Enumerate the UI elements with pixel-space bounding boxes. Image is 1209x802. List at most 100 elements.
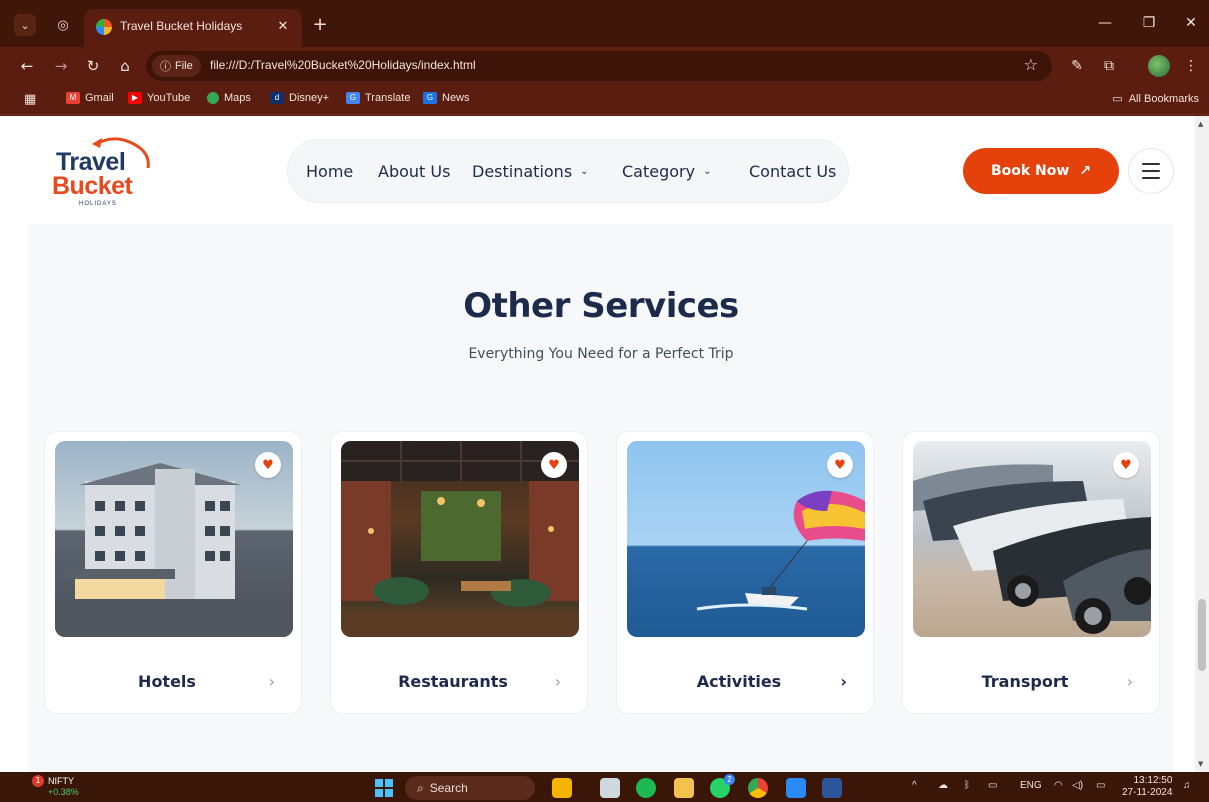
nav-about[interactable]: About Us	[378, 162, 450, 181]
site-info-chip[interactable]: ⓘ File	[152, 55, 201, 77]
heart-icon[interactable]: ♥	[255, 452, 281, 478]
site-logo[interactable]: Travel Bucket HOLIDAYS	[50, 128, 160, 214]
browser-tab-bar: ⌄ ◎ Travel Bucket Holidays ✕ + — ❐ ✕	[0, 0, 1209, 47]
nav-home-label: Home	[306, 162, 354, 181]
hamburger-line	[1142, 177, 1160, 179]
nav-about-label: About Us	[378, 162, 451, 181]
restore-icon[interactable]: ❐	[1136, 12, 1162, 34]
scroll-down-icon[interactable]: ▼	[1198, 760, 1203, 768]
new-tab-icon[interactable]: +	[310, 14, 330, 35]
widget-app-icon[interactable]	[552, 778, 572, 798]
chevron-right-icon[interactable]: ›	[840, 672, 847, 691]
restaurant-image: ♥	[341, 441, 579, 637]
logo-text-holidays: HOLIDAYS	[79, 201, 117, 207]
home-icon[interactable]: ⌂	[114, 55, 136, 77]
cars-image: ♥	[913, 441, 1151, 637]
bookmark-star-icon[interactable]: ☆	[1024, 55, 1038, 74]
tab-search-chevron-icon[interactable]: ⌄	[14, 14, 36, 36]
onedrive-icon[interactable]: ☁	[938, 780, 948, 791]
tray-chevron-up-icon[interactable]: ^	[912, 780, 917, 791]
book-now-label: Book Now	[990, 163, 1070, 179]
bookmark-youtube[interactable]: ▶ YouTube	[128, 92, 190, 104]
extensions-puzzle-icon[interactable]: ⧉	[1098, 55, 1120, 77]
minimize-icon[interactable]: —	[1092, 12, 1118, 34]
bookmark-news[interactable]: G News	[423, 92, 470, 104]
nav-category[interactable]: Category ⌄	[622, 162, 711, 181]
service-card-transport[interactable]: ♥ Transport ›	[902, 431, 1160, 714]
bluetooth-icon[interactable]: ᛒ	[964, 780, 970, 791]
spotify-icon[interactable]	[636, 778, 656, 798]
bookmark-gmail[interactable]: M Gmail	[66, 92, 114, 104]
scrollbar-thumb[interactable]	[1198, 599, 1206, 671]
bookmark-maps[interactable]: Maps	[207, 92, 251, 104]
extension-icon[interactable]: ◎	[52, 14, 74, 36]
nav-contact-label: Contact Us	[749, 162, 837, 181]
bookmark-label: YouTube	[147, 92, 191, 104]
site-header: Travel Bucket HOLIDAYS Home About Us Des…	[0, 116, 1195, 224]
back-icon[interactable]: ←	[16, 55, 38, 77]
taskbar-search[interactable]: ⌕ Search	[405, 776, 535, 800]
windows-start-icon[interactable]	[375, 779, 393, 797]
news-icon: G	[423, 92, 437, 104]
browser-tab[interactable]: Travel Bucket Holidays ✕	[84, 9, 302, 47]
profile-avatar[interactable]	[1148, 55, 1170, 77]
card-label: Hotels	[138, 672, 196, 691]
info-icon: ⓘ	[160, 61, 171, 73]
chevron-right-icon[interactable]: ›	[555, 672, 561, 691]
hamburger-menu-button[interactable]	[1128, 148, 1174, 194]
vscode-icon[interactable]	[786, 778, 806, 798]
notification-bell-icon[interactable]: ♫	[1183, 780, 1191, 791]
pen-extension-icon[interactable]: ✎	[1066, 55, 1088, 77]
chevron-right-icon[interactable]: ›	[269, 672, 275, 691]
wifi-icon[interactable]: ◠	[1054, 780, 1063, 791]
heart-icon[interactable]: ♥	[1113, 452, 1139, 478]
card-label: Activities	[696, 672, 782, 691]
display-icon[interactable]: ▭	[988, 780, 997, 791]
folder-icon: ▭	[1112, 93, 1123, 105]
tab-title: Travel Bucket Holidays	[120, 19, 243, 33]
service-card-restaurants[interactable]: ♥ Restaurants ›	[330, 431, 588, 714]
heart-icon[interactable]: ♥	[827, 452, 853, 478]
close-window-icon[interactable]: ✕	[1178, 12, 1204, 34]
tab-close-icon[interactable]: ✕	[274, 17, 292, 35]
forward-icon[interactable]: →	[50, 55, 72, 77]
scroll-up-icon[interactable]: ▲	[1198, 120, 1203, 128]
youtube-icon: ▶	[128, 92, 142, 104]
reload-icon[interactable]: ↻	[82, 55, 104, 77]
task-view-icon[interactable]	[600, 778, 620, 798]
browser-menu-icon[interactable]: ⋮	[1180, 55, 1202, 77]
windows-taskbar: 1 NIFTY +0.38% ⌕ Search 2 ^ ☁ ᛒ ▭ ENG ◠ …	[0, 772, 1209, 802]
nav-home[interactable]: Home	[306, 162, 353, 181]
heart-icon[interactable]: ♥	[541, 452, 567, 478]
stock-ticker: NIFTY +0.38%	[48, 776, 79, 798]
chrome-icon[interactable]	[748, 778, 768, 798]
nav-destinations[interactable]: Destinations ⌄	[472, 162, 589, 181]
notification-badge: 1	[32, 775, 44, 787]
word-icon[interactable]	[822, 778, 842, 798]
nav-contact[interactable]: Contact Us	[749, 162, 836, 181]
service-card-hotels[interactable]: ♥ Hotels ›	[44, 431, 302, 714]
taskbar-search-label: Search	[429, 781, 468, 795]
search-icon: ⌕	[417, 780, 424, 795]
main-nav: Home About Us Destinations ⌄ Category ⌄ …	[287, 139, 849, 203]
all-bookmarks[interactable]: ▭ All Bookmarks	[1112, 92, 1199, 106]
book-now-button[interactable]: Book Now ↗	[963, 148, 1119, 194]
system-clock[interactable]: 13:12:50 27-11-2024	[1122, 775, 1172, 799]
address-bar[interactable]: ⓘ File file:///D:/Travel%20Bucket%20Holi…	[146, 51, 1052, 81]
nav-destinations-label: Destinations	[472, 162, 573, 181]
bookmarks-bar: ▦ M Gmail ▶ YouTube Maps d Disney+ G Tra…	[0, 85, 1209, 115]
card-label: Restaurants	[398, 672, 508, 691]
chevron-right-icon[interactable]: ›	[1127, 672, 1133, 691]
apps-grid-icon[interactable]: ▦	[24, 92, 36, 107]
clock-time: 13:12:50	[1133, 775, 1173, 786]
gmail-icon: M	[66, 92, 80, 104]
bookmark-translate[interactable]: G Translate	[346, 92, 410, 104]
volume-icon[interactable]: ◁)	[1072, 780, 1083, 791]
file-explorer-icon[interactable]	[674, 778, 694, 798]
service-card-activities[interactable]: ♥ Activities ›	[616, 431, 874, 714]
battery-icon[interactable]: ▭	[1096, 780, 1105, 791]
bookmark-disney[interactable]: d Disney+	[270, 92, 329, 104]
page-scrollbar[interactable]: ▲ ▼	[1195, 116, 1209, 772]
tab-favicon-icon	[96, 19, 112, 35]
language-indicator[interactable]: ENG	[1020, 780, 1042, 791]
